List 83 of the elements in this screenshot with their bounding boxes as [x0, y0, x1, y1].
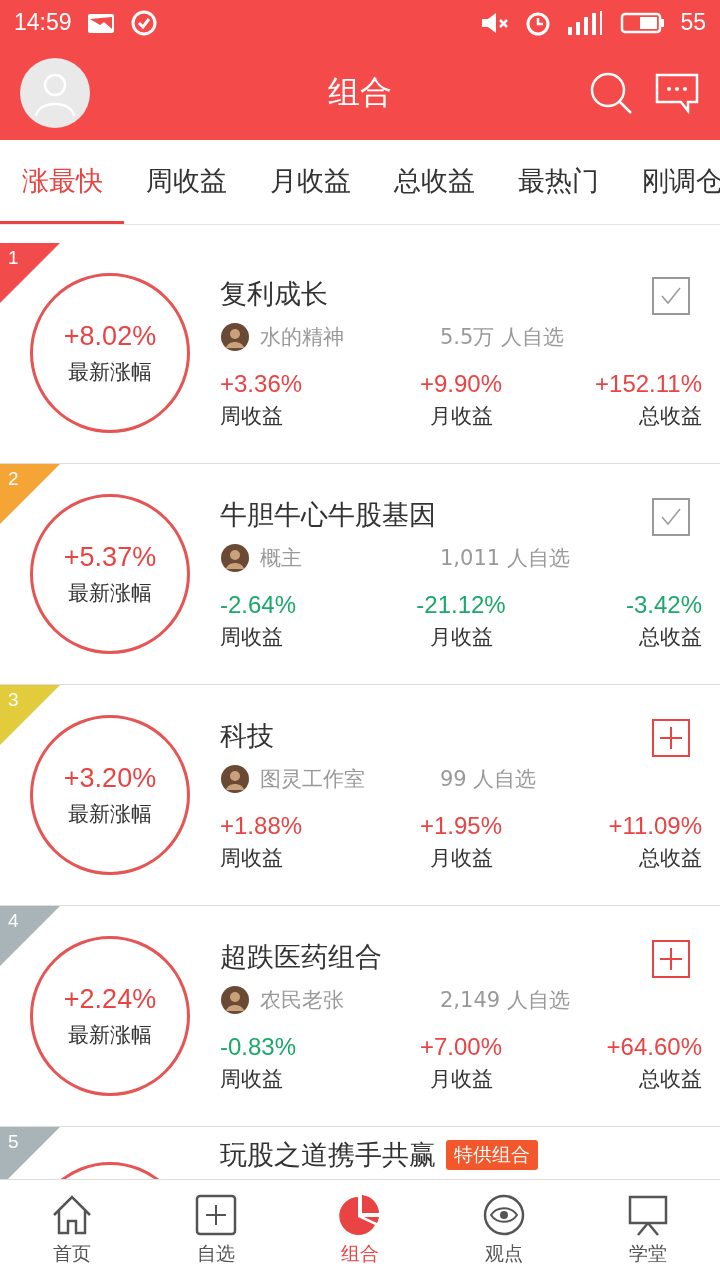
portfolio-card[interactable]: 2 +5.37% 最新涨幅 牛胆牛心牛股基因 概主 1,011 人自选 -2.64% 周收益 -21.12% 月收益 -3.42% 总收益 — [0, 464, 720, 685]
tab[interactable]: 总收益 — [372, 140, 496, 224]
return-value: -21.12% — [416, 591, 506, 619]
return-value: +1.95% — [419, 812, 503, 840]
return-label: 周收益 — [220, 1066, 283, 1093]
eye-icon — [482, 1193, 526, 1237]
change-label: 最新涨幅 — [68, 1021, 152, 1049]
rank-number: 2 — [8, 468, 19, 490]
special-tag: 特供组合 — [446, 1140, 538, 1170]
return-label: 总收益 — [639, 1066, 702, 1093]
follower-count: 1,011 人自选 — [440, 545, 570, 572]
nav-item[interactable]: 组合 — [288, 1180, 432, 1280]
nav-item[interactable]: 学堂 — [576, 1180, 720, 1280]
portfolio-name: 复利成长 — [220, 277, 328, 311]
return-label: 月收益 — [429, 403, 493, 430]
portfolio-card[interactable]: 1 +8.02% 最新涨幅 复利成长 水的精神 5.5万 人自选 +3.36% 周收益 +9.90% 月收益 +152.11% 总收益 — [0, 243, 720, 464]
rank-number: 4 — [8, 910, 19, 932]
change-value: +2.24% — [63, 983, 157, 1015]
follower-count: 99 人自选 — [440, 766, 537, 793]
return-label: 周收益 — [220, 845, 283, 872]
portfolio-name: 超跌医药组合 — [220, 940, 382, 974]
return-label: 周收益 — [220, 403, 283, 430]
change-value: +3.20% — [63, 762, 157, 794]
tab[interactable]: 月收益 — [248, 140, 372, 224]
return-label: 月收益 — [429, 624, 493, 651]
author-name: 概主 — [260, 545, 303, 572]
nav-item[interactable]: 观点 — [432, 1180, 576, 1280]
checkbox-icon[interactable] — [652, 277, 690, 315]
author-name: 水的精神 — [260, 324, 345, 351]
return-value: -2.64% — [220, 591, 297, 619]
return-label: 总收益 — [639, 403, 702, 430]
change-value: +8.02% — [63, 320, 157, 352]
return-label: 总收益 — [639, 624, 702, 651]
rank-number: 1 — [8, 247, 19, 269]
user-avatar-icon — [220, 322, 250, 352]
return-label: 周收益 — [220, 624, 283, 651]
checkbox-icon[interactable] — [652, 498, 690, 536]
portfolio-card[interactable]: 3 +3.20% 最新涨幅 科技 图灵工作室 99 人自选 +1.88% 周收益 +1.95% 月收益 +11.09% 总收益 — [0, 685, 720, 906]
return-value: +64.60% — [606, 1033, 702, 1061]
return-value: -3.42% — [625, 591, 702, 619]
tab[interactable]: 涨最快 — [0, 140, 124, 224]
user-avatar-icon — [220, 985, 250, 1015]
portfolio-name: 牛胆牛心牛股基因 — [220, 498, 436, 532]
nav-item[interactable]: 自选 — [144, 1180, 288, 1280]
follower-count: 5.5万 人自选 — [440, 324, 565, 351]
return-label: 总收益 — [639, 845, 702, 872]
portfolio-card[interactable]: 4 +2.24% 最新涨幅 超跌医药组合 农民老张 2,149 人自选 -0.83% 周收益 +7.00% 月收益 +64.60% 总收益 — [0, 906, 720, 1127]
rank-number: 3 — [8, 689, 19, 711]
nav-item[interactable]: 首页 — [0, 1180, 144, 1280]
portfolio-name: 玩股之道携手共赢 — [220, 1138, 436, 1172]
user-avatar-icon — [220, 543, 250, 573]
return-label: 月收益 — [429, 845, 493, 872]
return-value: +7.00% — [419, 1033, 503, 1061]
follower-count: 2,149 人自选 — [440, 987, 570, 1014]
battery-level: 55 — [680, 9, 706, 36]
user-avatar-icon — [220, 764, 250, 794]
return-value: +152.11% — [595, 370, 702, 398]
plus-icon — [194, 1193, 238, 1237]
return-value: +1.88% — [220, 812, 303, 840]
author-name: 农民老张 — [260, 987, 345, 1014]
change-label: 最新涨幅 — [68, 800, 152, 828]
board-icon — [626, 1193, 670, 1237]
pie-chart-icon — [338, 1193, 382, 1237]
tab[interactable]: 最热门 — [496, 140, 620, 224]
return-value: +11.09% — [608, 812, 702, 840]
change-label: 最新涨幅 — [68, 358, 152, 386]
tab[interactable]: 周收益 — [124, 140, 248, 224]
add-icon[interactable] — [652, 719, 690, 757]
check-circle-icon — [129, 8, 158, 37]
return-value: +3.36% — [220, 370, 303, 398]
return-value: +9.90% — [419, 370, 503, 398]
change-value: +5.37% — [63, 541, 157, 573]
return-label: 月收益 — [429, 1066, 493, 1093]
page-title: 组合 — [328, 71, 392, 113]
add-icon[interactable] — [652, 940, 690, 978]
return-value: -0.83% — [220, 1033, 297, 1061]
avatar-icon[interactable] — [20, 57, 90, 128]
change-label: 最新涨幅 — [68, 579, 152, 607]
status-time: 14:59 — [14, 9, 72, 36]
message-icon[interactable] — [654, 71, 700, 114]
portfolio-name: 科技 — [220, 719, 274, 753]
author-name: 图灵工作室 — [260, 766, 366, 793]
rank-number: 5 — [8, 1131, 19, 1153]
